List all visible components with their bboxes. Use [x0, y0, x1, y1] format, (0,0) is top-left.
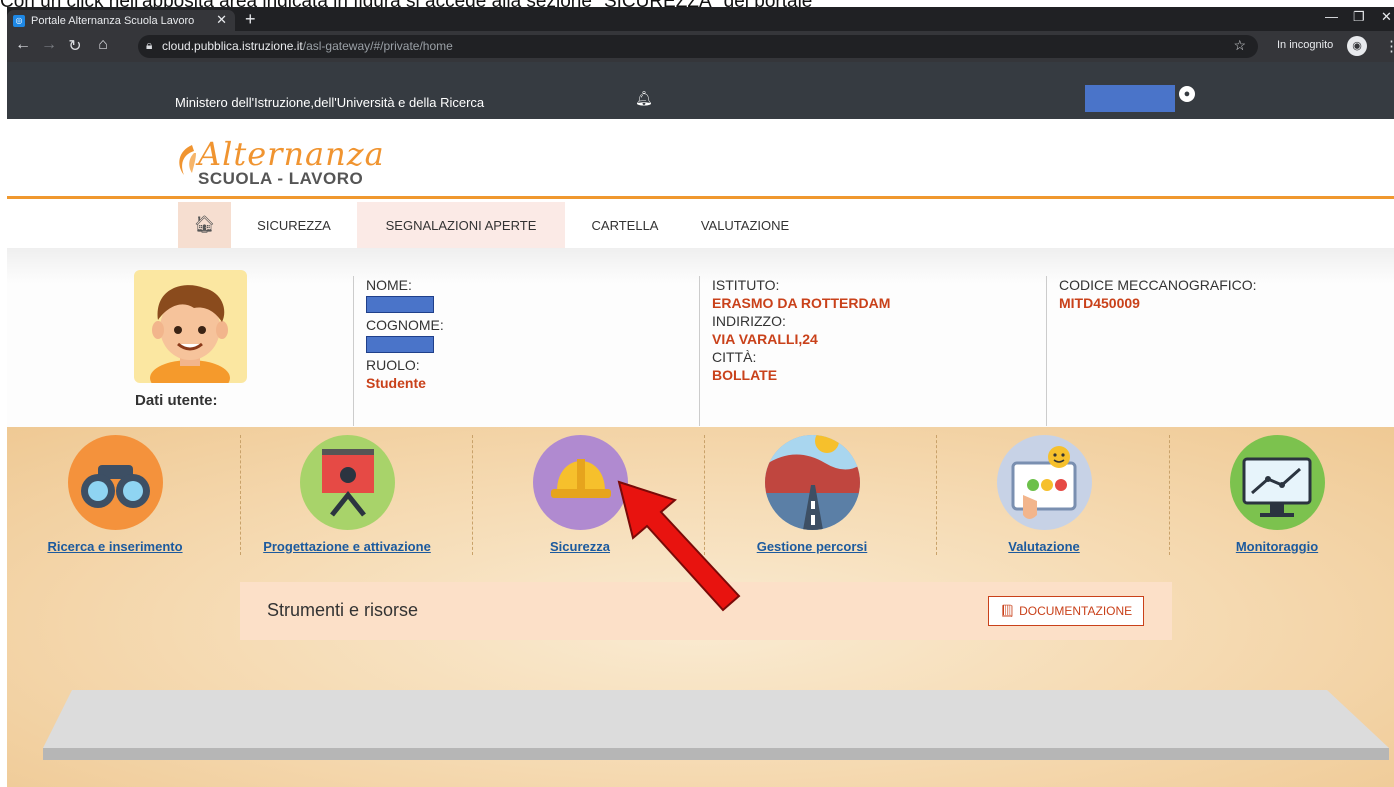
logo-script: Alternanza	[198, 135, 385, 173]
home-icon[interactable]: ⌂	[93, 36, 113, 54]
annotation-arrow	[617, 480, 741, 612]
tile-ricerca-inserimento[interactable]: Ricerca e inserimento	[7, 435, 225, 556]
user-personal-column: NOME: COGNOME: RUOLO: Studente	[353, 276, 698, 426]
book-icon: 📕︎	[999, 604, 1016, 618]
avatar	[134, 270, 247, 383]
desk-illustration	[43, 690, 1389, 760]
menu-kebab-icon[interactable]: ⋮	[1384, 37, 1394, 55]
nav-cartella[interactable]: CARTELLA	[565, 202, 685, 248]
presentation-icon[interactable]	[299, 435, 395, 530]
valutazione-link[interactable]: Valutazione	[1008, 539, 1080, 554]
tile-valutazione[interactable]: Valutazione	[934, 435, 1154, 556]
tab-bar: ◎ Portale Alternanza Scuola Lavoro ✕ + —…	[7, 7, 1394, 31]
redacted-cognome	[366, 336, 434, 353]
istituto-value: ERASMO DA ROTTERDAM	[712, 295, 891, 311]
incognito-icon[interactable]: ◉	[1347, 36, 1367, 56]
url-path: /asl-gateway/#/private/home	[302, 39, 453, 53]
url-host: cloud.pubblica.istruzione.it	[162, 39, 303, 53]
ruolo-value: Studente	[366, 375, 426, 391]
home-icon: 🏠︎	[193, 215, 216, 234]
browser-toolbar: ← → ↻ ⌂ 🔒︎ cloud.pubblica.istruzione.it/…	[7, 31, 1394, 62]
user-data-panel: Dati utente: NOME: COGNOME: RUOLO: Stude…	[7, 248, 1394, 427]
back-icon[interactable]: ←	[13, 36, 33, 54]
user-icon[interactable]: ●	[1179, 86, 1195, 102]
documentazione-button[interactable]: 📕︎ DOCUMENTAZIONE	[988, 596, 1144, 626]
strumenti-title: Strumenti e risorse	[267, 600, 419, 620]
indirizzo-value: VIA VARALLI,24	[712, 331, 818, 347]
ricerca-link[interactable]: Ricerca e inserimento	[47, 539, 182, 554]
binoculars-icon[interactable]	[67, 435, 163, 530]
istituto-label: ISTITUTO:	[712, 277, 780, 293]
codice-label: CODICE MECCANOGRAFICO:	[1059, 277, 1257, 293]
dati-utente-label: Dati utente:	[135, 392, 218, 409]
incognito-label: In incognito	[1277, 39, 1334, 51]
restore-icon[interactable]: ❐	[1353, 9, 1365, 25]
citta-label: CITTÀ:	[712, 349, 757, 365]
user-code-column: CODICE MECCANOGRAFICO: MITD450009	[1046, 276, 1386, 426]
road-icon[interactable]	[764, 435, 860, 530]
close-tab-icon[interactable]: ✕	[216, 12, 227, 28]
citta-value: BOLLATE	[712, 367, 778, 383]
lock-icon: 🔒︎	[146, 38, 153, 52]
reload-icon[interactable]: ↻	[65, 36, 85, 56]
tile-progettazione[interactable]: Progettazione e attivazione	[237, 435, 457, 556]
documentazione-label: DOCUMENTAZIONE	[1019, 604, 1133, 618]
favicon-icon: ◎	[13, 14, 25, 27]
nav-home[interactable]: 🏠︎	[178, 202, 231, 248]
forward-icon[interactable]: →	[39, 36, 59, 54]
tile-monitoraggio[interactable]: Monitoraggio	[1167, 435, 1387, 556]
bell-icon[interactable]: 🔔︎	[635, 90, 653, 107]
indirizzo-label: INDIRIZZO:	[712, 313, 786, 329]
address-bar[interactable]: 🔒︎ cloud.pubblica.istruzione.it/asl-gate…	[138, 35, 1258, 58]
browser-tab[interactable]: ◎ Portale Alternanza Scuola Lavoro ✕	[7, 10, 235, 31]
redacted-username	[1085, 85, 1175, 112]
new-tab-button[interactable]: +	[245, 9, 256, 30]
user-school-column: ISTITUTO: ERASMO DA ROTTERDAM INDIRIZZO:…	[699, 276, 1046, 426]
ministry-header: Ministero dell'Istruzione,dell'Universit…	[7, 62, 1394, 119]
bookmark-star-icon[interactable]: ☆	[1233, 37, 1246, 54]
tab-title: Portale Alternanza Scuola Lavoro	[31, 14, 195, 27]
redacted-nome	[366, 296, 434, 313]
monitoraggio-link[interactable]: Monitoraggio	[1236, 539, 1318, 554]
touchscreen-icon[interactable]	[996, 435, 1092, 530]
minimize-icon[interactable]: —	[1325, 9, 1338, 24]
browser-window: ◎ Portale Alternanza Scuola Lavoro ✕ + —…	[7, 7, 1394, 787]
nav-sicurezza[interactable]: SICUREZZA	[231, 202, 357, 248]
nav-valutazione[interactable]: VALUTAZIONE	[685, 202, 805, 248]
chart-monitor-icon[interactable]	[1229, 435, 1325, 530]
gestione-percorsi-link[interactable]: Gestione percorsi	[757, 539, 868, 554]
nome-label: NOME:	[366, 277, 412, 293]
sicurezza-link[interactable]: Sicurezza	[550, 539, 610, 554]
logo-swirl-icon	[179, 145, 196, 175]
cognome-label: COGNOME:	[366, 317, 444, 333]
logo-subtitle: SCUOLA - LAVORO	[198, 169, 364, 188]
nav-segnalazioni-aperte[interactable]: SEGNALAZIONI APERTE	[357, 202, 565, 248]
progettazione-link[interactable]: Progettazione e attivazione	[263, 539, 431, 554]
codice-value: MITD450009	[1059, 295, 1140, 311]
window-close-icon[interactable]: ✕	[1381, 9, 1392, 25]
logo-area: Alternanza SCUOLA - LAVORO	[7, 119, 1394, 199]
main-nav: 🏠︎ SICUREZZA SEGNALAZIONI APERTE CARTELL…	[7, 202, 1394, 248]
ruolo-label: RUOLO:	[366, 357, 420, 373]
ministry-title: Ministero dell'Istruzione,dell'Universit…	[175, 95, 485, 110]
